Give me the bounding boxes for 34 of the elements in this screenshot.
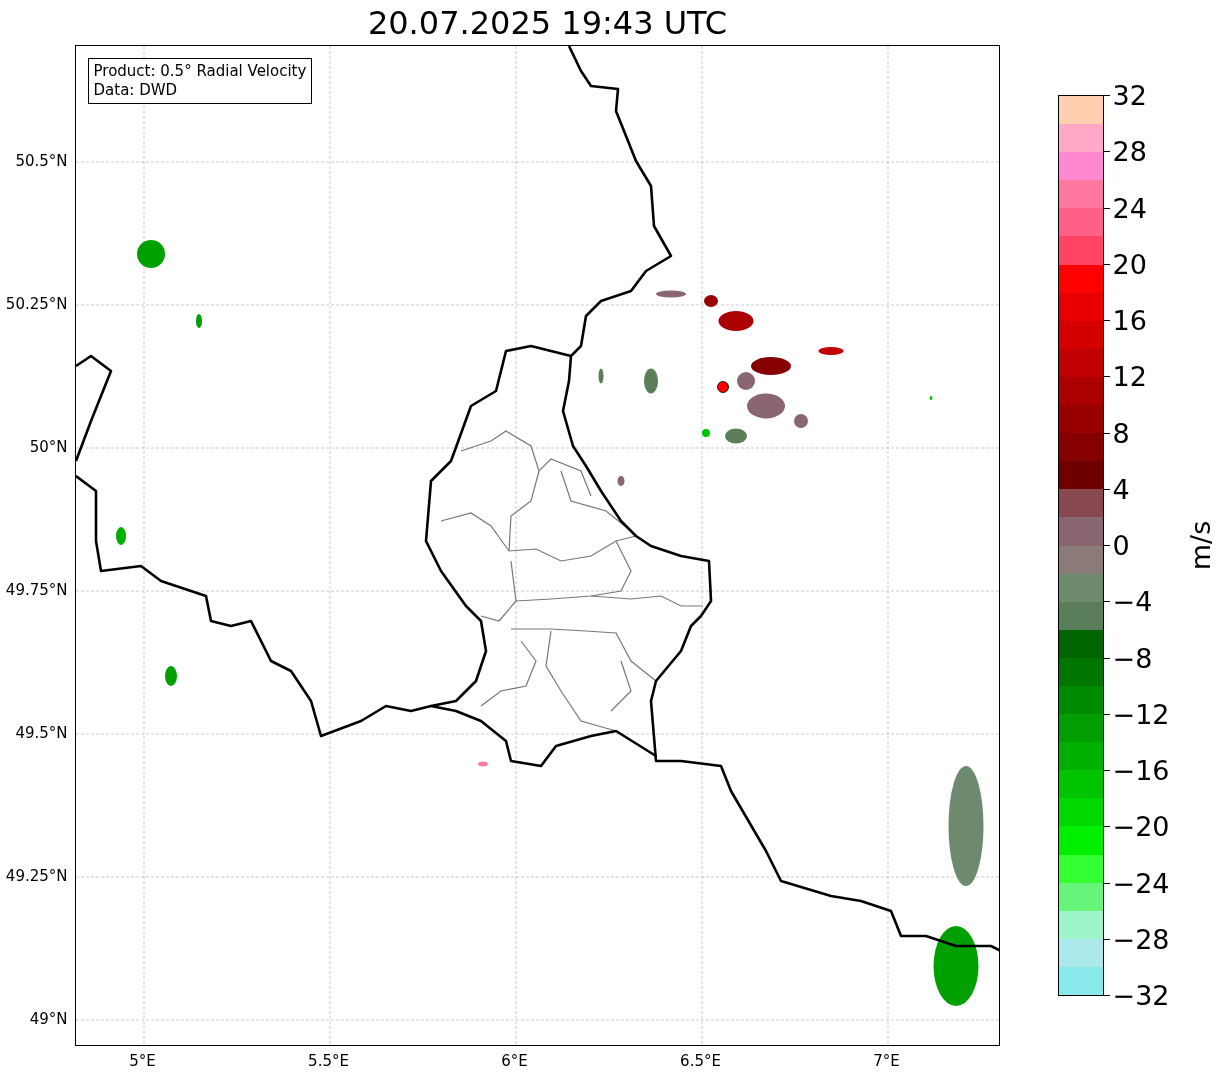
info-text: Product: 0.5° Radial Velocity xyxy=(93,62,307,81)
colorbar-tick-label: 20 xyxy=(1112,248,1147,280)
colorbar-tick-label: 16 xyxy=(1112,304,1147,336)
colorbar-tick-label: 8 xyxy=(1112,417,1130,448)
latitude-label: 50.25°N xyxy=(5,295,68,313)
latitude-label: 50°N xyxy=(29,438,68,456)
colorbar-tick-label: −32 xyxy=(1112,979,1170,1011)
latitude-label: 49.25°N xyxy=(5,867,68,885)
radar-site-marker xyxy=(716,381,729,393)
colorbar-tick-label: 4 xyxy=(1112,473,1130,505)
longitude-label: 5.5°E xyxy=(308,1052,349,1070)
latitude-label: 49°N xyxy=(29,1010,68,1028)
colorbar-tick-label: 28 xyxy=(1112,135,1147,167)
unit-label: m/s xyxy=(1184,520,1216,571)
colorbar-tick-label: −4 xyxy=(1112,585,1153,617)
latitude-label: 49.75°N xyxy=(5,581,68,599)
longitude-label: 5°E xyxy=(129,1052,156,1070)
colorbar-tick-label: −12 xyxy=(1112,698,1170,730)
longitude-label: 6.5°E xyxy=(680,1052,721,1070)
colorbar-tick-label: −16 xyxy=(1112,754,1170,786)
colorbar-tick-label: −24 xyxy=(1112,867,1170,898)
longitude-label: 6°E xyxy=(501,1052,528,1070)
chart-title: 20.07.2025 19:43 UTC xyxy=(366,4,729,44)
colorbar-tick-label: −20 xyxy=(1112,810,1170,842)
info-text: Data: DWD xyxy=(93,81,179,100)
latitude-label: 50.5°N xyxy=(15,152,68,170)
colorbar-tick-label: 24 xyxy=(1112,192,1147,223)
colorbar-tick-label: −8 xyxy=(1112,642,1153,673)
latitude-label: 49.5°N xyxy=(15,724,68,742)
colorbar-tick-label: 32 xyxy=(1112,79,1147,111)
colorbar-tick-label: −28 xyxy=(1112,923,1170,955)
colorbar-tick-label: 12 xyxy=(1112,360,1147,392)
longitude-label: 7°E xyxy=(873,1052,900,1070)
colorbar-tick-label: 0 xyxy=(1112,529,1130,561)
